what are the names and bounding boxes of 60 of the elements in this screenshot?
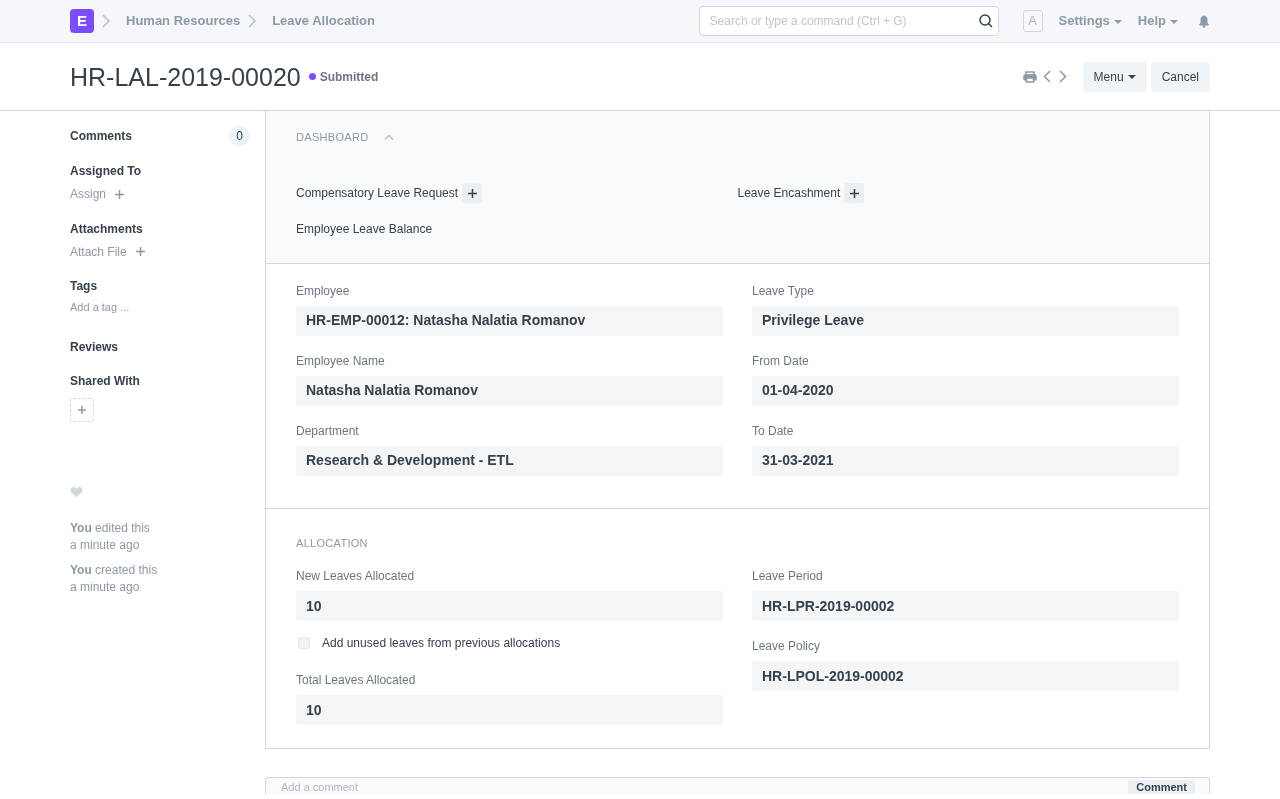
chevron-right-icon bbox=[248, 14, 257, 28]
add-button[interactable] bbox=[844, 183, 865, 203]
input-field[interactable]: Research & Development - ETL bbox=[296, 445, 723, 476]
checkbox[interactable] bbox=[298, 637, 310, 649]
plus-icon bbox=[134, 246, 146, 257]
field-label: Leave Type bbox=[752, 282, 815, 300]
plus-icon bbox=[114, 188, 126, 200]
header-button[interactable]: Menu bbox=[1082, 61, 1147, 92]
sidebar-title: Reviews bbox=[70, 338, 120, 356]
comment-button[interactable]: Comment bbox=[1128, 780, 1195, 794]
input-field[interactable]: 10 bbox=[296, 591, 723, 621]
plus-icon bbox=[848, 187, 860, 199]
sidebar-title: Attachments bbox=[70, 220, 144, 238]
heart-icon[interactable] bbox=[70, 485, 83, 498]
input-field[interactable]: Privilege Leave bbox=[752, 305, 1179, 336]
input-field[interactable]: 01-04-2020 bbox=[752, 375, 1179, 406]
dashboard-link[interactable]: Leave Encashment bbox=[737, 184, 841, 202]
add-button[interactable] bbox=[462, 183, 483, 203]
plus-icon bbox=[466, 187, 478, 199]
activity-entry: You edited this a minute ago bbox=[70, 519, 151, 554]
field-label: Total Leaves Allocated bbox=[296, 672, 417, 689]
input-field[interactable]: HR-EMP-00012: Natasha Nalatia Romanov bbox=[296, 305, 723, 336]
dashboard-link[interactable]: Employee Leave Balance bbox=[296, 219, 433, 238]
page-title: HR-LAL-2019-00020 bbox=[70, 61, 301, 92]
input-field[interactable]: HR-LPOL-2019-00002 bbox=[752, 661, 1179, 691]
section-heading: ALLOCATION bbox=[296, 535, 369, 551]
field-label: Department bbox=[296, 422, 360, 440]
comment-count: 0 bbox=[229, 126, 250, 146]
field-label: Leave Policy bbox=[752, 638, 822, 655]
add-share-button[interactable] bbox=[70, 397, 94, 422]
field-label: New Leaves Allocated bbox=[296, 568, 416, 585]
dashboard-link[interactable]: Compensatory Leave Request bbox=[296, 184, 459, 202]
field-label: To Date bbox=[752, 422, 795, 440]
field-label: Leave Period bbox=[752, 568, 824, 585]
section-heading: DASHBOARD bbox=[296, 130, 369, 145]
bell-icon[interactable] bbox=[1198, 14, 1210, 28]
chevron-left-icon[interactable] bbox=[1042, 70, 1051, 83]
sidebar-title: Assigned To bbox=[70, 163, 143, 180]
input-field[interactable]: Natasha Nalatia Romanov bbox=[296, 375, 723, 406]
sidebar-title: Shared With bbox=[70, 372, 141, 390]
search-icon bbox=[978, 14, 993, 28]
header-button[interactable]: Cancel bbox=[1150, 61, 1210, 92]
sidebar-title: Comments bbox=[70, 128, 132, 145]
activity-entry: You created this a minute ago bbox=[70, 561, 159, 596]
input-field[interactable]: 31-03-2021 bbox=[752, 445, 1179, 476]
status-label: Submitted bbox=[319, 68, 379, 86]
chevron-right-icon[interactable] bbox=[1058, 70, 1067, 83]
printer-icon[interactable] bbox=[1022, 70, 1037, 83]
chevron-right-icon bbox=[102, 14, 110, 28]
field-label: From Date bbox=[752, 352, 810, 370]
input-field[interactable]: 10 bbox=[296, 695, 723, 725]
checkbox-label: Add unused leaves from previous allocations bbox=[322, 635, 561, 652]
plus-icon bbox=[77, 404, 87, 415]
input-field[interactable]: HR-LPR-2019-00002 bbox=[752, 591, 1179, 621]
sidebar-title: Tags bbox=[70, 278, 99, 295]
field-label: Employee Name bbox=[296, 352, 386, 370]
chevron-up-icon[interactable] bbox=[384, 134, 395, 141]
field-label: Employee bbox=[296, 282, 351, 300]
app-logo[interactable]: E bbox=[70, 9, 94, 33]
search-field[interactable]: Search or type a command (Ctrl + G) bbox=[698, 6, 999, 36]
